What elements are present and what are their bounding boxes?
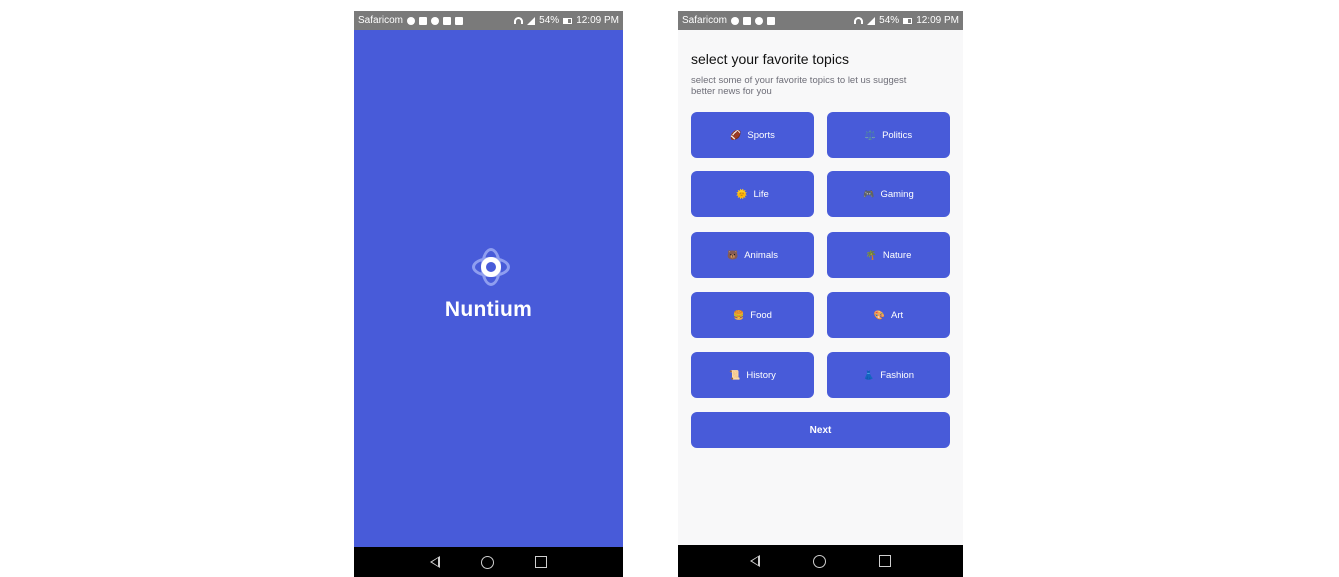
status-bar: Safaricom 54% 12:09 PM xyxy=(354,11,623,30)
signal-icon xyxy=(527,16,536,25)
gamepad-icon: 🎮 xyxy=(863,188,875,199)
next-button[interactable]: Next xyxy=(691,412,950,448)
image-icon xyxy=(443,16,452,25)
android-nav-bar xyxy=(354,547,623,577)
palm-tree-icon: 🌴 xyxy=(865,249,877,260)
topic-button-history[interactable]: 📜 History xyxy=(691,352,814,398)
status-bar: Safaricom 54% 12:09 PM xyxy=(678,11,963,30)
carrier-label: Safaricom xyxy=(358,15,404,26)
football-icon: 🏈 xyxy=(730,129,742,140)
page-subtitle: select some of your favorite topics to l… xyxy=(691,75,907,97)
topic-button-politics[interactable]: ⚖️ Politics xyxy=(827,112,950,158)
carrier-label: Safaricom xyxy=(682,15,728,26)
palette-icon: 🎨 xyxy=(873,309,886,320)
topic-label: Gaming xyxy=(880,188,914,200)
topic-label: Politics xyxy=(882,129,913,141)
topic-button-food[interactable]: 🍔 Food xyxy=(691,292,814,338)
wifi-icon xyxy=(854,17,864,24)
topic-button-sports[interactable]: 🏈 Sports xyxy=(691,112,814,158)
burger-icon: 🍔 xyxy=(733,309,745,320)
nuntium-logo-icon xyxy=(472,248,510,286)
scroll-icon: 📜 xyxy=(729,369,741,380)
recent-apps-icon[interactable] xyxy=(879,555,892,567)
dress-icon: 👗 xyxy=(862,369,875,380)
topic-button-life[interactable]: 🌞 Life xyxy=(691,171,814,217)
back-icon[interactable] xyxy=(749,555,760,567)
topic-label: Art xyxy=(891,309,904,321)
topic-label: Fashion xyxy=(880,369,915,381)
topic-button-nature[interactable]: 🌴 Nature xyxy=(827,232,950,278)
app-name: Nuntium xyxy=(444,298,533,321)
clock: 12:09 PM xyxy=(916,15,959,26)
topics-screen: Safaricom 54% 12:09 PM select your favor… xyxy=(678,11,963,577)
splash-screen: Safaricom 54% 12:09 PM Nuntium xyxy=(354,11,623,577)
battery-percent: 54% xyxy=(879,15,900,26)
bear-icon: 🐻 xyxy=(726,249,739,260)
scales-icon: ⚖️ xyxy=(864,129,877,140)
topic-label: Animals xyxy=(744,249,778,261)
battery-icon xyxy=(903,17,913,24)
home-icon[interactable] xyxy=(480,555,494,569)
whatsapp-icon xyxy=(431,16,440,25)
message-icon xyxy=(455,16,464,25)
topic-label: Sports xyxy=(747,129,775,141)
battery-percent: 54% xyxy=(539,15,560,26)
topic-label: History xyxy=(746,369,776,381)
back-icon[interactable] xyxy=(429,556,440,568)
topic-button-animals[interactable]: 🐻 Animals xyxy=(691,232,814,278)
android-nav-bar xyxy=(678,545,963,577)
page-title: select your favorite topics xyxy=(691,51,849,67)
home-icon[interactable] xyxy=(812,554,826,568)
topic-button-fashion[interactable]: 👗 Fashion xyxy=(827,352,950,398)
topic-label: Food xyxy=(750,309,772,321)
topic-button-gaming[interactable]: 🎮 Gaming xyxy=(827,171,950,217)
sim-icon xyxy=(743,16,752,25)
sim-icon xyxy=(419,16,428,25)
topic-label: Life xyxy=(753,188,769,200)
image-icon xyxy=(767,16,776,25)
signal-icon xyxy=(867,16,876,25)
wifi-icon xyxy=(514,17,524,24)
whatsapp-icon xyxy=(755,16,764,25)
notification-icon xyxy=(731,16,740,25)
clock: 12:09 PM xyxy=(576,15,619,26)
topic-button-art[interactable]: 🎨 Art xyxy=(827,292,950,338)
topic-label: Nature xyxy=(882,249,912,261)
battery-icon xyxy=(563,17,573,24)
sun-icon: 🌞 xyxy=(736,188,748,199)
notification-icon xyxy=(407,16,416,25)
recent-apps-icon[interactable] xyxy=(535,556,548,568)
